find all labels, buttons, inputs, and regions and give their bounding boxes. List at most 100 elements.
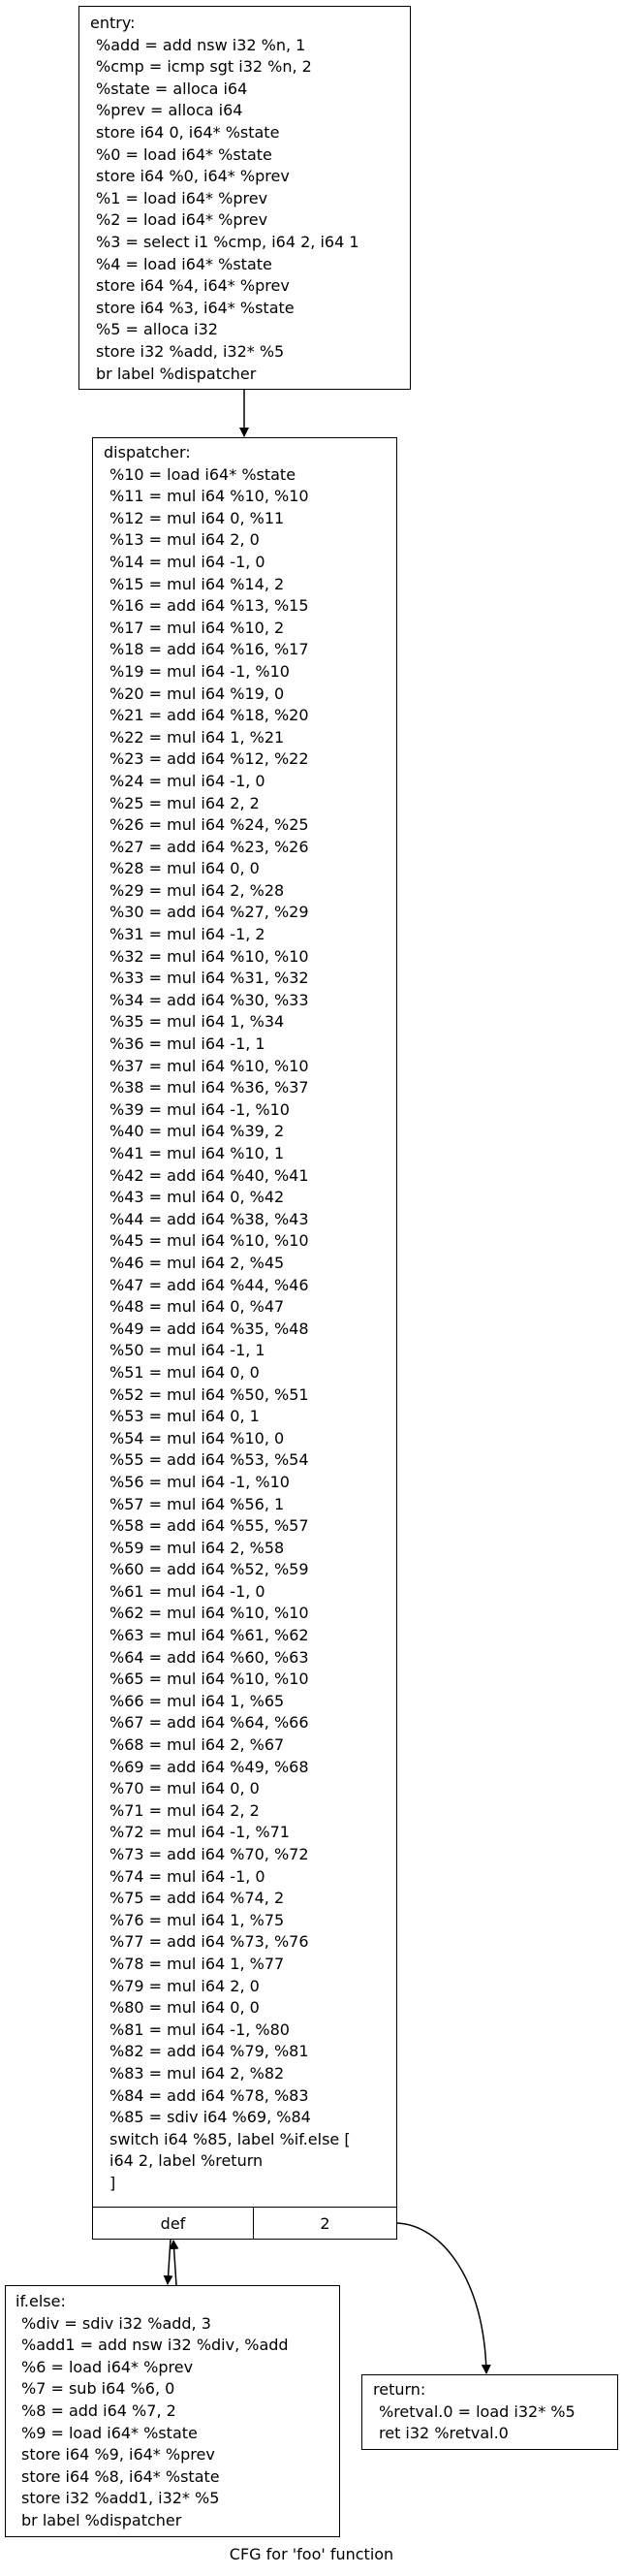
edge-dispatcher-def-to-if-else xyxy=(163,2239,173,2285)
instruction-line: %50 = mul i64 -1, 1 xyxy=(109,1341,265,1360)
block-dispatcher[interactable]: dispatcher: %10 = load i64* %state %11 = m… xyxy=(92,437,397,2208)
instruction-line: %21 = add i64 %18, %20 xyxy=(109,706,309,725)
instruction-line: %43 = mul i64 0, %42 xyxy=(109,1188,285,1207)
port-2[interactable]: 2 xyxy=(254,2208,396,2239)
block-entry-body: entry: %add = add nsw i32 %n, 1 %cmp = icm… xyxy=(90,13,359,385)
instruction-line: %56 = mul i64 -1, %10 xyxy=(109,1472,290,1491)
instruction-line: %51 = mul i64 0, 0 xyxy=(109,1362,260,1382)
instruction-line: %62 = mul i64 %10, %10 xyxy=(109,1604,309,1623)
instruction-line: %prev = alloca i64 xyxy=(96,101,243,120)
instruction-line: %47 = add i64 %44, %46 xyxy=(109,1275,309,1294)
edge-dispatcher-2-to-return xyxy=(396,2222,491,2374)
instruction-line: %79 = mul i64 2, 0 xyxy=(109,1976,260,1995)
instruction-line: %35 = mul i64 1, %34 xyxy=(109,1012,285,1032)
instruction-line: store i32 %add1, i32* %5 xyxy=(21,2489,220,2508)
graph-caption: CFG for 'foo' function xyxy=(229,2545,394,2563)
block-entry[interactable]: entry: %add = add nsw i32 %n, 1 %cmp = icm… xyxy=(78,6,411,390)
instruction-line: %14 = mul i64 -1, 0 xyxy=(109,552,265,571)
instruction-line: %52 = mul i64 %50, %51 xyxy=(109,1384,309,1404)
block-if-else-body: if.else: %div = sdiv i32 %add, 3 %add1 = a… xyxy=(16,2291,289,2532)
instruction-line: %18 = add i64 %16, %17 xyxy=(109,640,309,659)
instruction-line: store i64 %3, i64* %state xyxy=(96,298,295,317)
instruction-line: store i32 %add, i32* %5 xyxy=(96,341,285,361)
instruction-line: %42 = add i64 %40, %41 xyxy=(109,1165,309,1185)
instruction-line: %7 = sub i64 %6, 0 xyxy=(21,2379,175,2399)
instruction-line: %57 = mul i64 %56, 1 xyxy=(109,1494,285,1513)
instruction-line: %77 = add i64 %73, %76 xyxy=(109,1932,309,1952)
instruction-line: %85 = sdiv i64 %69, %84 xyxy=(109,2108,311,2127)
instruction-line: %61 = mul i64 -1, 0 xyxy=(109,1581,265,1601)
instruction-line: ] xyxy=(109,2173,116,2192)
instruction-line: %5 = alloca i32 xyxy=(96,320,218,339)
instruction-line: %20 = mul i64 %19, 0 xyxy=(109,684,285,703)
instruction-line: %40 = mul i64 %39, 2 xyxy=(109,1122,285,1141)
instruction-line: %58 = add i64 %55, %57 xyxy=(109,1516,309,1536)
instruction-line: %33 = mul i64 %31, %32 xyxy=(109,969,309,988)
instruction-line: %24 = mul i64 -1, 0 xyxy=(109,771,265,790)
edge-if-else-to-dispatcher xyxy=(169,2240,179,2286)
instruction-line: %23 = add i64 %12, %22 xyxy=(109,749,309,769)
block-label: entry: xyxy=(90,14,136,32)
instruction-line: %34 = add i64 %30, %33 xyxy=(109,990,309,1009)
instruction-line: %4 = load i64* %state xyxy=(96,254,272,273)
instruction-line: %82 = add i64 %79, %81 xyxy=(109,2042,309,2061)
block-label: if.else: xyxy=(16,2292,66,2310)
instruction-line: %32 = mul i64 %10, %10 xyxy=(109,946,309,966)
instruction-line: %69 = add i64 %49, %68 xyxy=(109,1757,309,1776)
instruction-line: %55 = add i64 %53, %54 xyxy=(109,1450,309,1470)
instruction-line: ret i32 %retval.0 xyxy=(379,2424,509,2443)
instruction-line: %add1 = add nsw i32 %div, %add xyxy=(21,2336,289,2355)
instruction-line: %45 = mul i64 %10, %10 xyxy=(109,1231,309,1251)
instruction-line: %46 = mul i64 2, %45 xyxy=(109,1253,285,1272)
instruction-line: %31 = mul i64 -1, 2 xyxy=(109,925,265,944)
block-if-else[interactable]: if.else: %div = sdiv i32 %add, 3 %add1 = a… xyxy=(5,2285,340,2537)
instruction-line: %15 = mul i64 %14, 2 xyxy=(109,574,285,593)
instruction-line: %2 = load i64* %prev xyxy=(96,210,268,230)
instruction-line: %53 = mul i64 0, 1 xyxy=(109,1407,260,1426)
instruction-line: %10 = load i64* %state xyxy=(109,464,296,484)
instruction-line: %64 = add i64 %60, %63 xyxy=(109,1647,309,1667)
instruction-line: %19 = mul i64 -1, %10 xyxy=(109,661,290,681)
instruction-line: %12 = mul i64 0, %11 xyxy=(109,508,285,527)
block-label: dispatcher: xyxy=(104,443,191,461)
instruction-line: %60 = add i64 %52, %59 xyxy=(109,1560,309,1579)
instruction-line: %83 = mul i64 2, %82 xyxy=(109,2063,285,2083)
instruction-line: %13 = mul i64 2, 0 xyxy=(109,530,260,550)
instruction-line: store i64 %0, i64* %prev xyxy=(96,167,290,186)
instruction-line: %11 = mul i64 %10, %10 xyxy=(109,487,309,506)
instruction-line: %65 = mul i64 %10, %10 xyxy=(109,1670,309,1689)
block-return[interactable]: return: %retval.0 = load i32* %5 ret i32 %… xyxy=(361,2374,618,2450)
instruction-line: %retval.0 = load i32* %5 xyxy=(379,2401,576,2421)
instruction-line: %30 = add i64 %27, %29 xyxy=(109,903,309,922)
instruction-line: %25 = mul i64 2, 2 xyxy=(109,793,260,812)
instruction-line: %59 = mul i64 2, %58 xyxy=(109,1538,285,1557)
instruction-line: %div = sdiv i32 %add, 3 xyxy=(21,2313,211,2333)
instruction-line: %44 = add i64 %38, %43 xyxy=(109,1209,309,1228)
instruction-line: %28 = mul i64 0, 0 xyxy=(109,859,260,878)
instruction-line: %54 = mul i64 %10, 0 xyxy=(109,1428,285,1447)
block-return-body: return: %retval.0 = load i32* %5 ret i32 %… xyxy=(373,2379,576,2445)
instruction-line: store i64 %9, i64* %prev xyxy=(21,2445,215,2465)
instruction-line: %75 = add i64 %74, 2 xyxy=(109,1889,285,1908)
instruction-line: %8 = add i64 %7, 2 xyxy=(21,2401,176,2420)
instruction-line: %49 = add i64 %35, %48 xyxy=(109,1319,309,1338)
instruction-line: %41 = mul i64 %10, 1 xyxy=(109,1144,285,1162)
port-def[interactable]: def xyxy=(93,2208,254,2239)
instruction-line: %9 = load i64* %state xyxy=(21,2423,198,2442)
instruction-line: %cmp = icmp sgt i32 %n, 2 xyxy=(96,57,312,77)
instruction-line: %add = add nsw i32 %n, 1 xyxy=(96,35,306,54)
instruction-line: %39 = mul i64 -1, %10 xyxy=(109,1099,290,1119)
instruction-line: %72 = mul i64 -1, %71 xyxy=(109,1823,290,1842)
block-label: return: xyxy=(373,2380,426,2399)
instruction-line: switch i64 %85, label %if.else [ xyxy=(109,2129,351,2148)
instruction-line: %74 = mul i64 -1, 0 xyxy=(109,1866,265,1886)
instruction-line: %29 = mul i64 2, %28 xyxy=(109,880,285,900)
instruction-line: %16 = add i64 %13, %15 xyxy=(109,596,309,616)
instruction-line: %71 = mul i64 2, 2 xyxy=(109,1800,260,1820)
instruction-line: %1 = load i64* %prev xyxy=(96,188,268,207)
instruction-line: %81 = mul i64 -1, %80 xyxy=(109,2019,290,2039)
instruction-line: %37 = mul i64 %10, %10 xyxy=(109,1056,309,1075)
instruction-line: br label %dispatcher xyxy=(21,2510,182,2529)
instruction-line: %27 = add i64 %23, %26 xyxy=(109,837,309,856)
instruction-line: %67 = add i64 %64, %66 xyxy=(109,1713,309,1733)
